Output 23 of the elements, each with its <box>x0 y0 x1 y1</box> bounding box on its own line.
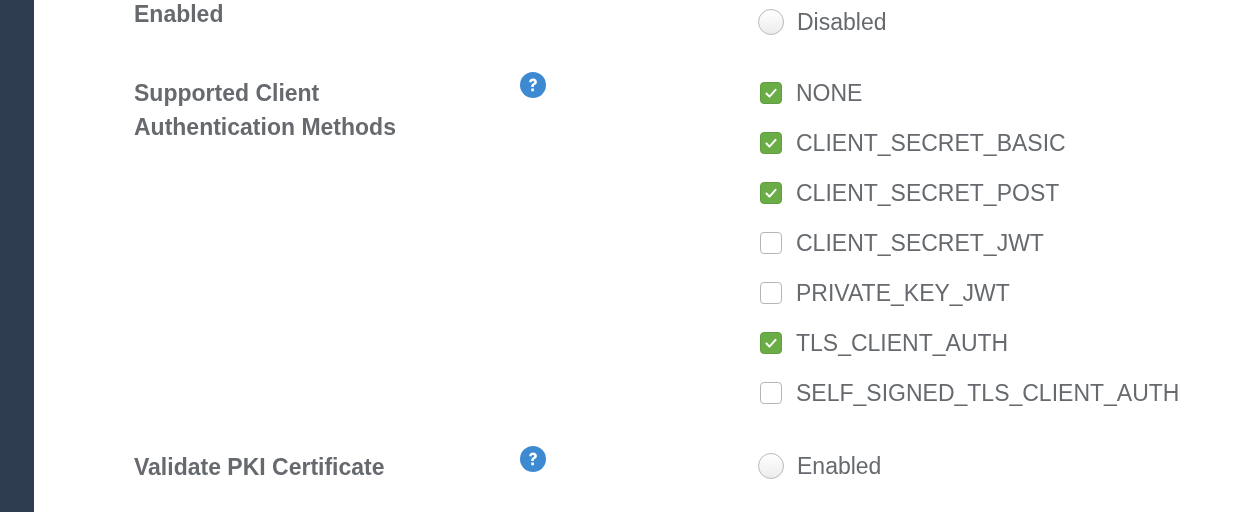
help-icon[interactable] <box>520 72 546 98</box>
checkbox[interactable] <box>760 182 782 204</box>
option-label: CLIENT_SECRET_JWT <box>796 229 1044 257</box>
radio-button[interactable] <box>758 453 784 479</box>
radio-button[interactable] <box>758 9 784 35</box>
option-label: TLS_CLIENT_AUTH <box>796 329 1009 357</box>
checkbox[interactable] <box>760 232 782 254</box>
option-label: NONE <box>796 79 863 107</box>
checkbox[interactable] <box>760 282 782 304</box>
option-label: CLIENT_SECRET_BASIC <box>796 129 1066 157</box>
field-label: Validate PKI Certificate <box>134 453 386 482</box>
checkbox[interactable] <box>760 132 782 154</box>
field-label: Supported Client Authentication Methods <box>134 79 397 142</box>
option-label: Disabled <box>797 8 887 36</box>
field-label: Enabled <box>134 0 225 28</box>
option-label: CLIENT_SECRET_POST <box>796 179 1060 207</box>
option-label: PRIVATE_KEY_JWT <box>796 279 1010 307</box>
help-icon[interactable] <box>520 446 546 472</box>
checkbox[interactable] <box>760 82 782 104</box>
option-label: SELF_SIGNED_TLS_CLIENT_AUTH <box>796 379 1180 407</box>
option-label: Enabled <box>797 452 882 480</box>
checkbox[interactable] <box>760 332 782 354</box>
checkbox[interactable] <box>760 382 782 404</box>
